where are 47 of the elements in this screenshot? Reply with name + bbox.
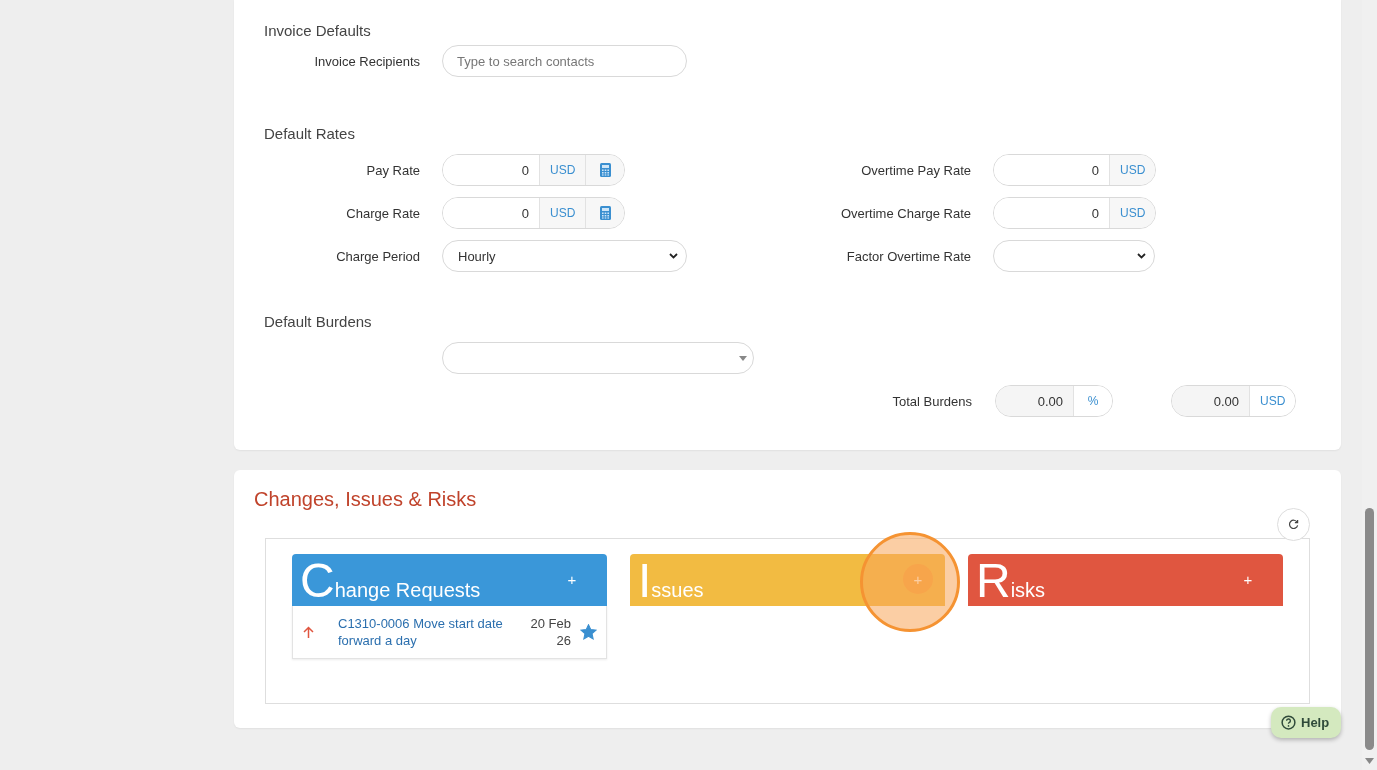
calculator-icon[interactable] — [599, 163, 611, 177]
arrow-up-icon — [303, 626, 314, 638]
currency-addon: USD — [1109, 155, 1156, 185]
calculator-button[interactable] — [585, 155, 625, 185]
field-label: Charge Period — [335, 248, 420, 264]
field-label: Pay Rate — [365, 162, 420, 178]
dropdown-select[interactable]: Hourly — [442, 240, 687, 272]
change-request-link[interactable]: C1310-0006 Move start date forward a day — [338, 615, 511, 649]
calculator-icon[interactable] — [599, 206, 611, 220]
contact-search-field[interactable]: Type to search contacts — [442, 45, 687, 77]
rate-field[interactable]: 0 USD — [993, 154, 1157, 186]
rate-field[interactable]: 0 USD — [993, 197, 1157, 229]
total-value: 0.00 — [1172, 386, 1249, 416]
section-title: Changes, Issues & Risks — [254, 488, 477, 512]
add-button[interactable]: + — [1233, 564, 1263, 594]
help-button[interactable]: Help — [1271, 707, 1342, 738]
date-text: 20 Feb 26 — [529, 615, 571, 649]
refresh-button[interactable] — [1277, 508, 1310, 541]
currency-addon: USD — [539, 155, 586, 185]
currency-addon: USD — [539, 198, 586, 228]
field-label: Overtime Charge Rate — [839, 205, 971, 221]
field-label: Total Burdens — [891, 393, 972, 409]
panel-title: Risks — [976, 560, 1046, 602]
scroll-down-icon[interactable] — [1365, 758, 1374, 764]
rate-field[interactable]: 0 USD — [442, 154, 626, 186]
currency-addon: USD — [1109, 198, 1156, 228]
rate-field[interactable]: 0 USD — [442, 197, 626, 229]
section-heading: Default Rates — [264, 125, 356, 144]
question-icon — [1281, 715, 1296, 730]
field-label: Overtime Pay Rate — [860, 162, 971, 178]
field-label: Charge Rate — [345, 205, 420, 221]
section-heading: Invoice Defaults — [264, 22, 372, 41]
chevron-down-icon — [669, 253, 678, 259]
unit-addon: USD — [1249, 386, 1296, 416]
panel-title: Issues — [638, 560, 704, 602]
chevron-down-icon — [1137, 253, 1146, 259]
field-label: Factor Overtime Rate — [845, 248, 971, 264]
unit-addon: % — [1073, 386, 1112, 416]
scrollbar-thumb[interactable] — [1365, 508, 1374, 750]
calculator-button[interactable] — [585, 198, 625, 228]
caret-down-icon — [739, 355, 747, 361]
panel-title: Change Requests — [300, 560, 481, 602]
field-label: Invoice Recipients — [313, 53, 420, 69]
star-icon[interactable] — [580, 624, 597, 640]
refresh-icon — [1288, 519, 1299, 530]
section-heading: Default Burdens — [264, 313, 373, 332]
total-value: 0.00 — [996, 386, 1073, 416]
